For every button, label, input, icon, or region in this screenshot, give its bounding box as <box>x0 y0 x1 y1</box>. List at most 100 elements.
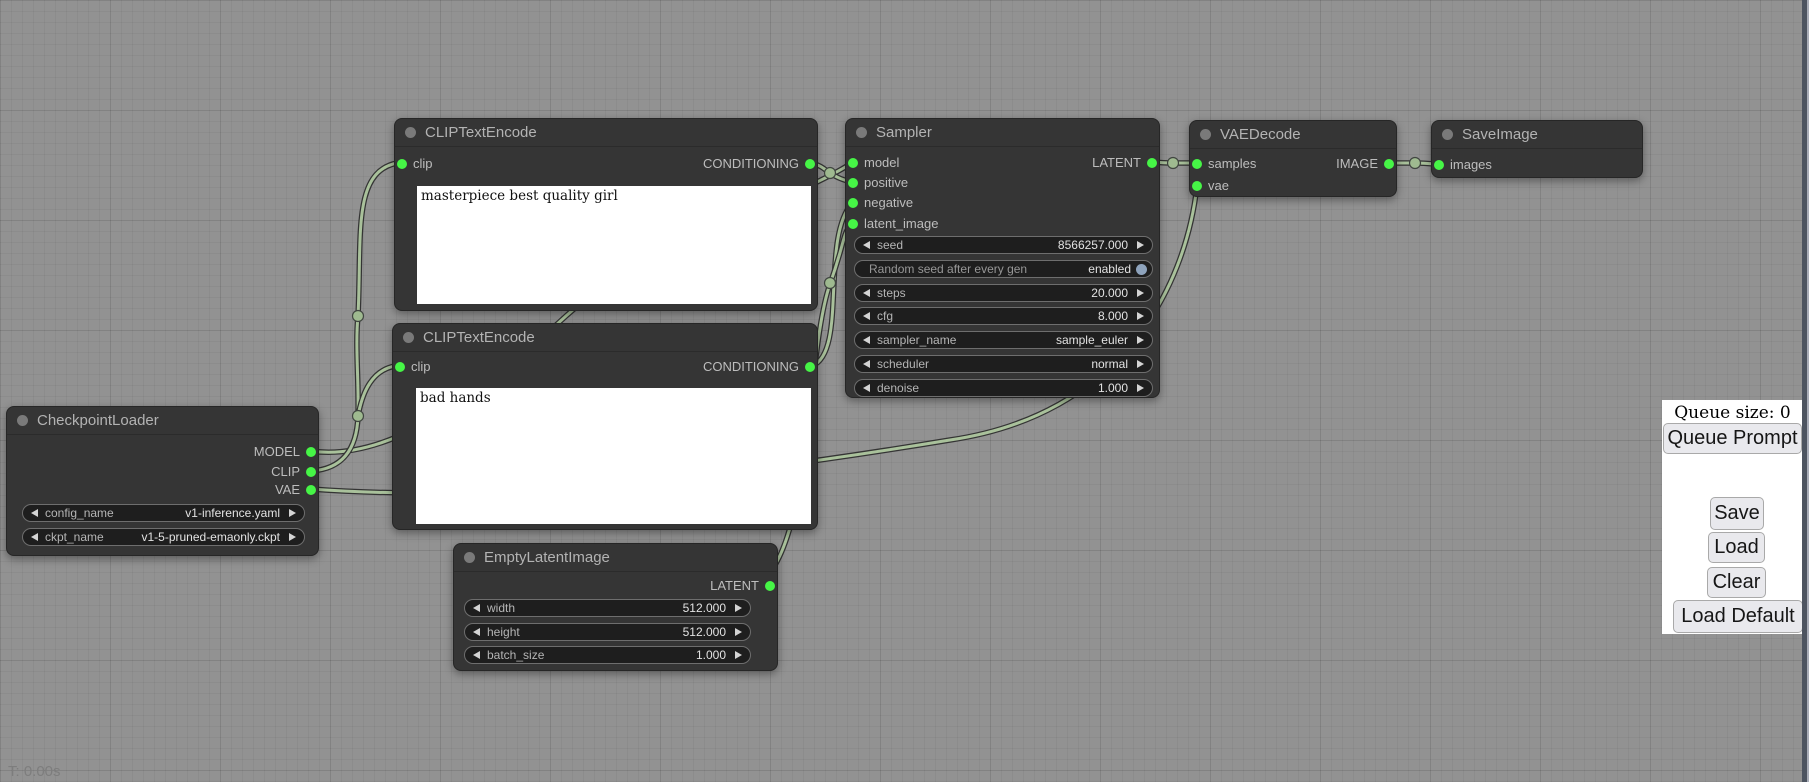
output-label: IMAGE <box>1336 155 1378 173</box>
input-slot-model[interactable] <box>848 158 858 168</box>
increment-arrow-icon[interactable] <box>1137 336 1144 344</box>
collapse-dot-icon[interactable] <box>856 127 867 138</box>
widget-value: 512.000 <box>683 600 726 616</box>
output-slot-latent[interactable] <box>1147 158 1157 168</box>
node-title: CheckpointLoader <box>37 412 159 429</box>
node-save-image[interactable]: SaveImage images <box>1431 120 1643 178</box>
output-slot-latent[interactable] <box>765 581 775 591</box>
widget-label: width <box>487 600 515 616</box>
increment-arrow-icon[interactable] <box>735 628 742 636</box>
widget-config-name[interactable]: config_name v1-inference.yaml <box>22 504 305 522</box>
widget-height[interactable]: height 512.000 <box>464 623 751 641</box>
decrement-arrow-icon[interactable] <box>863 241 870 249</box>
widget-seed[interactable]: seed 8566257.000 <box>854 236 1153 254</box>
node-title-bar[interactable]: CheckpointLoader <box>7 407 318 435</box>
output-slot-conditioning[interactable] <box>805 362 815 372</box>
increment-arrow-icon[interactable] <box>289 509 296 517</box>
widget-steps[interactable]: steps 20.000 <box>854 284 1153 302</box>
node-title-bar[interactable]: CLIPTextEncode <box>395 119 817 147</box>
node-title: CLIPTextEncode <box>423 329 535 346</box>
widget-sampler-name[interactable]: sampler_name sample_euler <box>854 331 1153 349</box>
increment-arrow-icon[interactable] <box>1137 241 1144 249</box>
node-checkpoint-loader[interactable]: CheckpointLoader MODEL CLIP VAE config_n… <box>6 406 319 556</box>
node-clip-text-encode-negative[interactable]: CLIPTextEncode clip CONDITIONING bad han… <box>392 323 818 530</box>
input-slot-images[interactable] <box>1434 160 1444 170</box>
increment-arrow-icon[interactable] <box>289 533 296 541</box>
increment-arrow-icon[interactable] <box>735 604 742 612</box>
widget-label: denoise <box>877 380 919 396</box>
collapse-dot-icon[interactable] <box>17 415 28 426</box>
decrement-arrow-icon[interactable] <box>863 289 870 297</box>
increment-arrow-icon[interactable] <box>1137 360 1144 368</box>
decrement-arrow-icon[interactable] <box>863 360 870 368</box>
node-title-bar[interactable]: Sampler <box>846 119 1159 147</box>
output-slot-image[interactable] <box>1384 159 1394 169</box>
increment-arrow-icon[interactable] <box>1137 312 1144 320</box>
prompt-textarea[interactable]: bad hands <box>416 388 811 524</box>
collapse-dot-icon[interactable] <box>1442 129 1453 140</box>
collapse-dot-icon[interactable] <box>405 127 416 138</box>
toggle-knob-icon[interactable] <box>1136 264 1147 275</box>
node-clip-text-encode-positive[interactable]: CLIPTextEncode clip CONDITIONING masterp… <box>394 118 818 311</box>
decrement-arrow-icon[interactable] <box>473 604 480 612</box>
output-label: CONDITIONING <box>703 155 799 173</box>
widget-value: 1.000 <box>696 647 726 663</box>
decrement-arrow-icon[interactable] <box>863 336 870 344</box>
node-empty-latent-image[interactable]: EmptyLatentImage LATENT width 512.000 he… <box>453 543 778 671</box>
decrement-arrow-icon[interactable] <box>863 384 870 392</box>
queue-prompt-button[interactable]: Queue Prompt <box>1663 423 1802 454</box>
input-slot-negative[interactable] <box>848 198 858 208</box>
node-title-bar[interactable]: EmptyLatentImage <box>454 544 777 572</box>
input-slot-clip[interactable] <box>395 362 405 372</box>
widget-batch-size[interactable]: batch_size 1.000 <box>464 646 751 664</box>
collapse-dot-icon[interactable] <box>403 332 414 343</box>
input-slot-latent-image[interactable] <box>848 219 858 229</box>
decrement-arrow-icon[interactable] <box>31 509 38 517</box>
node-title: EmptyLatentImage <box>484 549 610 566</box>
increment-arrow-icon[interactable] <box>1137 289 1144 297</box>
collapse-dot-icon[interactable] <box>1200 129 1211 140</box>
clear-button[interactable]: Clear <box>1707 567 1766 598</box>
widget-scheduler[interactable]: scheduler normal <box>854 355 1153 373</box>
node-title-bar[interactable]: VAEDecode <box>1190 121 1396 149</box>
input-slot-samples[interactable] <box>1192 159 1202 169</box>
input-slot-vae[interactable] <box>1192 181 1202 191</box>
load-default-button[interactable]: Load Default <box>1673 600 1803 633</box>
widget-value: 8566257.000 <box>1058 237 1128 253</box>
increment-arrow-icon[interactable] <box>1137 384 1144 392</box>
input-slot-clip[interactable] <box>397 159 407 169</box>
node-title-bar[interactable]: CLIPTextEncode <box>393 324 817 352</box>
node-title-bar[interactable]: SaveImage <box>1432 121 1642 149</box>
widget-value: enabled <box>1088 261 1131 277</box>
input-label: negative <box>864 194 913 212</box>
decrement-arrow-icon[interactable] <box>473 628 480 636</box>
output-slot-model[interactable] <box>306 447 316 457</box>
widget-value: 20.000 <box>1091 285 1128 301</box>
input-slot-positive[interactable] <box>848 178 858 188</box>
node-vae-decode[interactable]: VAEDecode samples IMAGE vae <box>1189 120 1397 197</box>
node-sampler[interactable]: Sampler model LATENT positive negative l… <box>845 118 1160 398</box>
output-slot-vae[interactable] <box>306 485 316 495</box>
input-label: images <box>1450 156 1492 174</box>
node-title: VAEDecode <box>1220 126 1301 143</box>
decrement-arrow-icon[interactable] <box>863 312 870 320</box>
decrement-arrow-icon[interactable] <box>473 651 480 659</box>
increment-arrow-icon[interactable] <box>735 651 742 659</box>
collapse-dot-icon[interactable] <box>464 552 475 563</box>
widget-label: config_name <box>45 505 114 521</box>
decrement-arrow-icon[interactable] <box>31 533 38 541</box>
prompt-textarea[interactable]: masterpiece best quality girl <box>417 186 811 304</box>
widget-random-seed-toggle[interactable]: Random seed after every gen enabled <box>854 260 1153 278</box>
widget-value: v1-5-pruned-emaonly.ckpt <box>141 529 280 545</box>
widget-width[interactable]: width 512.000 <box>464 599 751 617</box>
output-slot-clip[interactable] <box>306 467 316 477</box>
save-button[interactable]: Save <box>1710 497 1764 530</box>
widget-ckpt-name[interactable]: ckpt_name v1-5-pruned-emaonly.ckpt <box>22 528 305 546</box>
widget-cfg[interactable]: cfg 8.000 <box>854 307 1153 325</box>
output-slot-conditioning[interactable] <box>805 159 815 169</box>
widget-denoise[interactable]: denoise 1.000 <box>854 379 1153 397</box>
load-button[interactable]: Load <box>1708 532 1765 563</box>
output-label: LATENT <box>710 577 759 595</box>
app-window: T: 0.00s <box>0 0 1809 782</box>
output-label: LATENT <box>1092 154 1141 172</box>
